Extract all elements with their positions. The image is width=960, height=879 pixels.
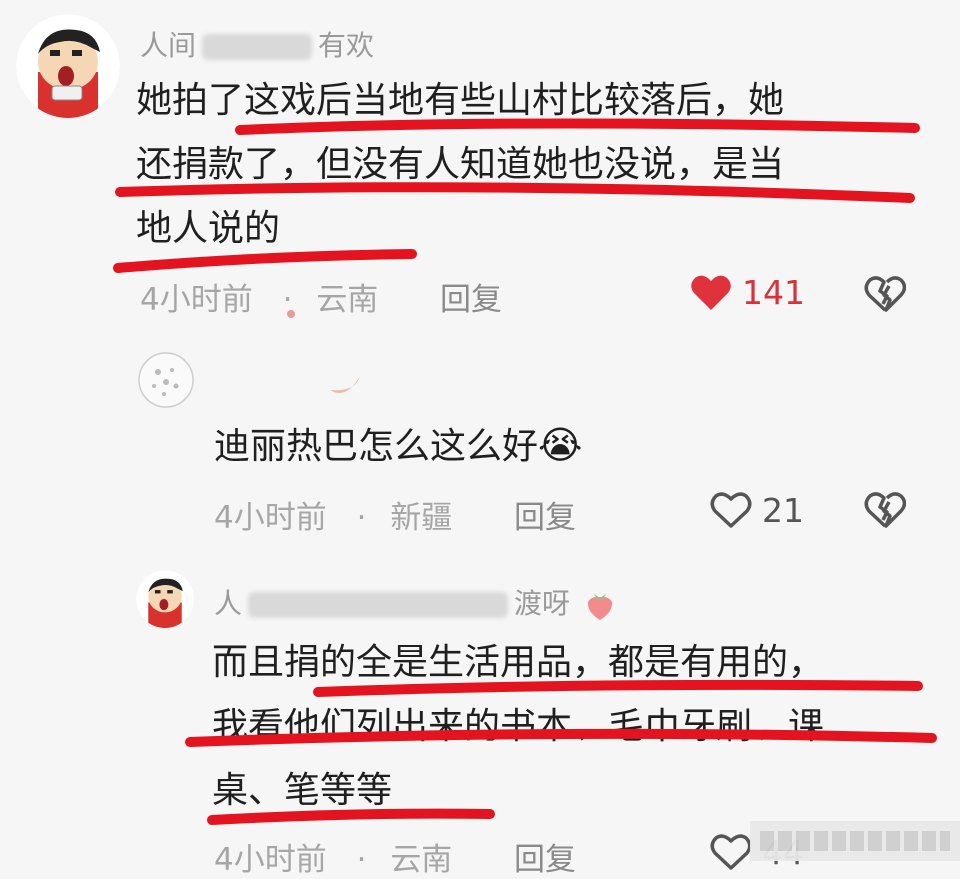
reply-button[interactable]: 回复 — [440, 274, 502, 319]
comment-line: 而且捐的全是生活用品，都是有用的， — [212, 642, 825, 683]
comment-line: 地人说的 — [136, 208, 281, 249]
comment-time: 4小时前 — [214, 842, 327, 878]
comment-author[interactable]: 人间 有欢 — [140, 24, 374, 64]
author-name-tail: 渡呀 — [514, 587, 571, 620]
avatar[interactable] — [136, 570, 194, 628]
heart-icon — [710, 492, 752, 528]
comment-time: 4小时前 — [140, 282, 253, 318]
meta-separator: · — [356, 842, 367, 878]
pattern-avatar-icon — [138, 352, 194, 408]
blurred-name — [248, 592, 509, 618]
reply-button[interactable]: 回复 — [514, 834, 576, 879]
author-name: 人间 — [140, 29, 197, 62]
comment-location: 新疆 — [390, 500, 453, 536]
like-button[interactable]: 141 — [690, 272, 805, 312]
shinchan-avatar-icon — [16, 14, 120, 118]
heart-icon — [710, 834, 752, 870]
avatar[interactable] — [138, 352, 194, 408]
heart-icon — [691, 275, 731, 310]
crying-emoji-icon: 😭 — [538, 423, 583, 467]
broken-heart-icon[interactable] — [864, 274, 906, 314]
comment-text: 而且捐的全是生活用品，都是有用的， 我看他们列出来的书本、毛巾牙刷、课 桌、笔等… — [212, 636, 824, 818]
comment-meta: 4小时前 · 新疆 — [214, 492, 452, 537]
meta-separator: · — [356, 500, 367, 536]
author-name: 人 — [214, 587, 243, 620]
decorative-dot — [287, 310, 295, 318]
blurred-name — [202, 34, 313, 60]
broken-heart-icon[interactable] — [864, 490, 906, 530]
comment-line: 迪丽热巴怎么这么好 — [214, 426, 539, 467]
comment-text: 她拍了这戏后当地有些山村比较落后，她 还捐款了，但没有人知道她也没说，是当 地人… — [136, 74, 784, 256]
comment-text: 迪丽热巴怎么这么好😭 — [214, 418, 582, 474]
decorative-petal-icon — [330, 376, 360, 393]
like-count: 21 — [762, 490, 804, 530]
like-button[interactable]: 21 — [710, 490, 804, 530]
avatar[interactable] — [16, 14, 120, 118]
comment-line: 桌、笔等等 — [212, 770, 393, 811]
shinchan-avatar-icon — [136, 570, 194, 628]
comment-time: 4小时前 — [214, 500, 327, 536]
comment-location: 云南 — [316, 282, 379, 318]
comment-line: 还捐款了，但没有人知道她也没说，是当 — [136, 144, 785, 185]
author-name-tail: 有欢 — [318, 29, 375, 62]
comment-meta: 4小时前 · 云南 — [214, 834, 452, 879]
comment-author[interactable]: 人 渡呀 — [214, 582, 617, 622]
strawberry-icon — [587, 594, 613, 620]
comment-location: 云南 — [390, 842, 453, 878]
like-count: 141 — [742, 272, 805, 312]
comment-line: 她拍了这戏后当地有些山村比较落后，她 — [136, 80, 785, 121]
reply-button[interactable]: 回复 — [514, 492, 576, 537]
comment-line: 我看他们列出来的书本、毛巾牙刷、课 — [212, 706, 825, 747]
watermark — [750, 821, 960, 861]
comment-meta: 4小时前 · 云南 — [140, 274, 378, 319]
